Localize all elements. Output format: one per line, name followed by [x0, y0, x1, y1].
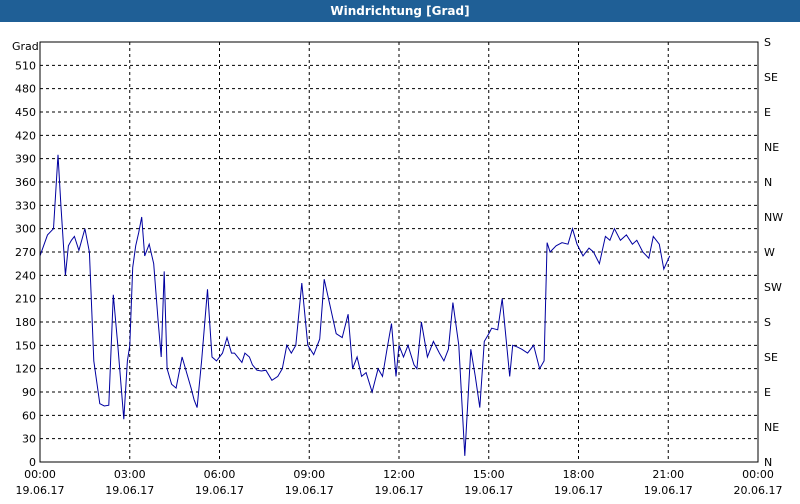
right-axis-label: NW	[764, 211, 783, 224]
right-axis-label: S	[764, 316, 771, 329]
y-tick-label: 300	[15, 223, 36, 236]
x-tick-time: 18:00	[563, 468, 595, 481]
chart-area: Grad 0 30 60 90 120 150 180 210 240 270 300 330 360 3…	[0, 22, 800, 500]
y-tick-label: 150	[15, 339, 36, 352]
y-tick-label: 360	[15, 176, 36, 189]
x-tick-time: 12:00	[383, 468, 415, 481]
y-tick-label: 120	[15, 363, 36, 376]
y-tick-label: 30	[22, 433, 36, 446]
right-axis-label: SE	[764, 351, 778, 364]
y-tick-label: 510	[15, 59, 36, 72]
y-tick-label: 60	[22, 409, 36, 422]
y-tick-label: 330	[15, 199, 36, 212]
wind-direction-chart: Grad 03060901201501802102402703003303603…	[12, 36, 783, 497]
title-bar: Windrichtung [Grad]	[0, 0, 800, 22]
y-tick-label: 450	[15, 106, 36, 119]
y-axis-ticks: 0306090120150180210240270300330360390420…	[15, 59, 36, 469]
y-tick-label: 270	[15, 246, 36, 259]
y-tick-label: 480	[15, 83, 36, 96]
x-tick-time: 06:00	[204, 468, 236, 481]
x-tick-date: 19.06.17	[105, 484, 154, 497]
x-axis-ticks: 00:00 19.06.17 03:00 19.06.17 06:00 19.06.17 0…	[16, 468, 783, 497]
x-tick-date: 19.06.17	[285, 484, 334, 497]
x-tick-time: 09:00	[293, 468, 325, 481]
right-axis-label: S	[764, 36, 771, 49]
right-axis-label: W	[764, 246, 775, 259]
y-tick-label: 210	[15, 293, 36, 306]
series-group	[39, 154, 671, 456]
x-tick-date: 19.06.17	[195, 484, 244, 497]
x-tick-time: 21:00	[652, 468, 684, 481]
x-tick-date: 19.06.17	[375, 484, 424, 497]
right-axis-label: E	[764, 106, 771, 119]
y-axis-label: Grad	[12, 40, 39, 53]
x-tick-time: 00:00	[742, 468, 774, 481]
x-tick-date: 19.06.17	[644, 484, 693, 497]
y-tick-label: 420	[15, 129, 36, 142]
x-tick-date: 20.06.17	[734, 484, 783, 497]
y-tick-label: 90	[22, 386, 36, 399]
right-axis-label: NE	[764, 421, 779, 434]
x-tick-date: 19.06.17	[554, 484, 603, 497]
y-tick-label: 180	[15, 316, 36, 329]
right-axis-label: E	[764, 386, 771, 399]
x-tick-date: 19.06.17	[16, 484, 65, 497]
right-axis-label: SW	[764, 281, 782, 294]
x-tick-time: 15:00	[473, 468, 505, 481]
right-axis-label: SE	[764, 71, 778, 84]
x-tick-time: 03:00	[114, 468, 146, 481]
x-tick-time: 00:00	[24, 468, 56, 481]
y-tick-label: 390	[15, 153, 36, 166]
right-axis-label: N	[764, 176, 772, 189]
y-tick-label: 240	[15, 269, 36, 282]
x-tick-date: 19.06.17	[464, 484, 513, 497]
series-line	[39, 154, 671, 456]
right-axis-ticks: NNEESESSWWNWNNEESES	[764, 36, 783, 469]
chart-title: Windrichtung [Grad]	[330, 4, 470, 18]
right-axis-label: NE	[764, 141, 779, 154]
